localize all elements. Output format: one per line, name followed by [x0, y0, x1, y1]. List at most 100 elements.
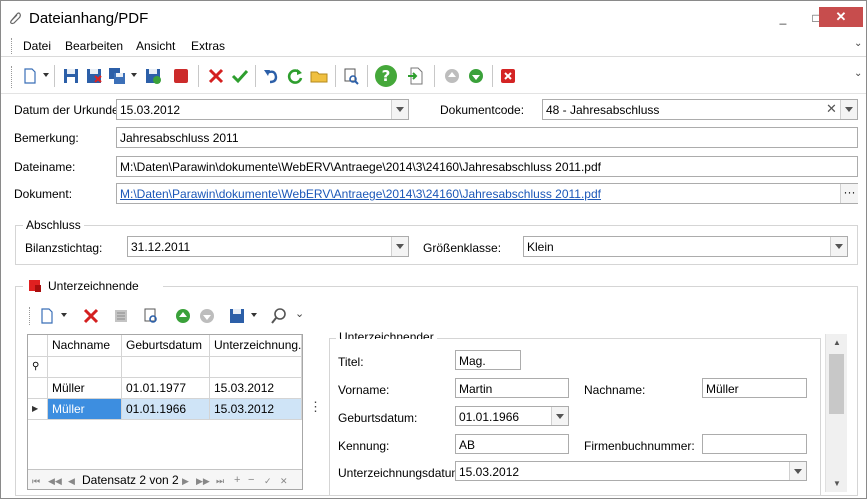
inner-toolbar-grip[interactable] — [29, 307, 32, 325]
save-small-dropdown-arrow-icon[interactable] — [251, 313, 257, 317]
nav-cancel-icon[interactable]: ✕ — [280, 476, 288, 487]
unterzeichnungsdatum-field[interactable]: 15.03.2012 — [455, 461, 807, 481]
cell-geburtsdatum[interactable]: 01.01.1977 — [122, 378, 210, 399]
save-small-icon[interactable] — [227, 306, 247, 326]
dokumentcode-field[interactable]: 48 - Jahresabschluss — [542, 99, 858, 120]
refresh-icon[interactable] — [285, 66, 305, 86]
save-green-icon[interactable] — [143, 66, 163, 86]
dokument-link[interactable]: M:\Daten\Parawin\dokumente\WebERV\Antrae… — [116, 183, 858, 204]
menu-datei[interactable]: Datei — [23, 39, 51, 53]
scroll-thumb[interactable] — [829, 354, 844, 414]
bilanzstichtag-field[interactable]: 31.12.2011 — [127, 236, 409, 257]
bemerkung-field[interactable]: Jahresabschluss 2011 — [116, 127, 858, 148]
clear-icon[interactable]: ✕ — [826, 101, 837, 117]
filter-cell-nachname[interactable] — [48, 357, 122, 378]
cell-unterzeichnung[interactable]: 15.03.2012 — [210, 378, 302, 399]
close-form-icon[interactable] — [498, 66, 518, 86]
list-icon[interactable] — [111, 306, 131, 326]
firmenbuchnummer-field[interactable] — [702, 434, 807, 454]
cell-unterzeichnung[interactable]: 15.03.2012 — [210, 399, 302, 420]
print-preview-icon[interactable] — [341, 66, 361, 86]
unterzeichnungsdatum-label: Unterzeichnungsdatum: — [338, 466, 465, 480]
stop-icon[interactable] — [171, 66, 191, 86]
detail-scrollbar[interactable]: ▲ ▼ — [825, 334, 847, 492]
minimize-button[interactable]: _ — [773, 9, 793, 27]
dokument-value[interactable]: M:\Daten\Parawin\dokumente\WebERV\Antrae… — [120, 187, 601, 201]
nav-first-icon[interactable]: ⏮ — [32, 476, 40, 487]
menu-ansicht[interactable]: Ansicht — [136, 39, 175, 53]
datum-field[interactable]: 15.03.2012 — [116, 99, 409, 120]
toolbar-overflow-chevron-icon[interactable]: ⌄ — [854, 68, 862, 79]
move-down-gray-icon[interactable] — [197, 306, 217, 326]
nav-confirm-icon[interactable]: ✓ — [264, 476, 272, 487]
nav-next-page-icon[interactable]: ▶▶ — [196, 476, 210, 487]
new-entry-icon[interactable] — [37, 306, 57, 326]
toolbar-separator — [255, 65, 256, 87]
filter-cell-geburtsdatum[interactable] — [122, 357, 210, 378]
filter-row-icon[interactable]: ⚲ — [28, 357, 48, 378]
save-dropdown-arrow-icon[interactable] — [131, 73, 137, 77]
groessenklasse-field[interactable]: Klein — [523, 236, 848, 257]
menu-extras[interactable]: Extras — [191, 39, 225, 53]
datum-value: 15.03.2012 — [120, 103, 181, 117]
cell-nachname[interactable]: Müller — [48, 399, 122, 420]
nav-next-icon[interactable]: ▶ — [182, 476, 189, 487]
save-close-icon[interactable] — [84, 66, 104, 86]
bemerkung-value: Jahresabschluss 2011 — [120, 131, 239, 145]
cell-geburtsdatum[interactable]: 01.01.1966 — [122, 399, 210, 420]
save-icon[interactable] — [61, 66, 81, 86]
new-document-icon[interactable] — [20, 66, 40, 86]
delete-icon[interactable] — [206, 66, 226, 86]
nav-prev-icon[interactable]: ◀ — [68, 476, 75, 487]
dokumentcode-dropdown-button[interactable] — [840, 100, 857, 119]
new-entry-dropdown-arrow-icon[interactable] — [61, 313, 67, 317]
nachname-field[interactable]: Müller — [702, 378, 807, 398]
undo-icon[interactable] — [261, 66, 281, 86]
nav-last-icon[interactable]: ⏭ — [216, 476, 224, 487]
col-header-nachname[interactable]: Nachname — [48, 335, 122, 357]
close-button[interactable]: ✕ — [819, 7, 863, 27]
export-document-icon[interactable] — [406, 66, 426, 86]
table-row[interactable]: Müller 01.01.1977 15.03.2012 — [28, 378, 302, 399]
menu-bearbeiten[interactable]: Bearbeiten — [65, 39, 123, 53]
toolbar-grip[interactable] — [11, 66, 14, 88]
groessenklasse-dropdown-button[interactable] — [830, 237, 847, 256]
title-bar: Dateianhang/PDF _ □ ✕ — [1, 1, 866, 35]
browse-ellipsis-button[interactable]: ··· — [840, 184, 858, 203]
geburtsdatum-dropdown-button[interactable] — [551, 407, 568, 425]
new-dropdown-arrow-icon[interactable] — [43, 73, 49, 77]
nav-prev-page-icon[interactable]: ◀◀ — [48, 476, 62, 487]
move-up-icon[interactable] — [442, 66, 462, 86]
inner-toolbar-overflow-chevron-icon[interactable]: ⌄ — [295, 307, 304, 320]
search-icon[interactable] — [269, 306, 289, 326]
dateiname-field[interactable]: M:\Daten\Parawin\dokumente\WebERV\Antrae… — [116, 156, 858, 177]
checkmark-icon[interactable] — [230, 66, 250, 86]
menubar-overflow-chevron-icon[interactable]: ⌄ — [854, 38, 862, 49]
splitter-handle[interactable]: ⋮ — [309, 400, 322, 413]
save-all-icon[interactable] — [107, 66, 127, 86]
firmenbuchnummer-label: Firmenbuchnummer: — [584, 439, 695, 453]
col-header-unterzeichnung[interactable]: Unterzeichnung... — [210, 335, 302, 357]
titel-field[interactable]: Mag. — [455, 350, 521, 370]
datum-dropdown-button[interactable] — [391, 100, 408, 119]
kennung-field[interactable]: AB — [455, 434, 569, 454]
bilanzstichtag-dropdown-button[interactable] — [391, 237, 408, 256]
help-icon[interactable]: ? — [374, 64, 398, 88]
cell-nachname[interactable]: Müller — [48, 378, 122, 399]
nav-add-icon[interactable]: + — [234, 474, 240, 486]
move-up-green-icon[interactable] — [173, 306, 193, 326]
table-row-selected[interactable]: ▶ Müller 01.01.1966 15.03.2012 — [28, 399, 302, 420]
delete-entry-icon[interactable] — [81, 306, 101, 326]
scroll-up-arrow-icon[interactable]: ▲ — [833, 338, 841, 347]
menubar-grip[interactable] — [11, 38, 14, 54]
print-preview-small-icon[interactable] — [141, 306, 161, 326]
move-down-icon[interactable] — [466, 66, 486, 86]
filter-cell-unterzeichnung[interactable] — [210, 357, 302, 378]
nav-remove-icon[interactable]: − — [248, 474, 254, 486]
scroll-down-arrow-icon[interactable]: ▼ — [833, 479, 841, 488]
bemerkung-label: Bemerkung: — [14, 131, 79, 145]
open-folder-icon[interactable] — [309, 66, 329, 86]
unterzeichnungsdatum-dropdown-button[interactable] — [789, 462, 806, 480]
col-header-geburtsdatum[interactable]: Geburtsdatum — [122, 335, 210, 357]
vorname-field[interactable]: Martin — [455, 378, 569, 398]
